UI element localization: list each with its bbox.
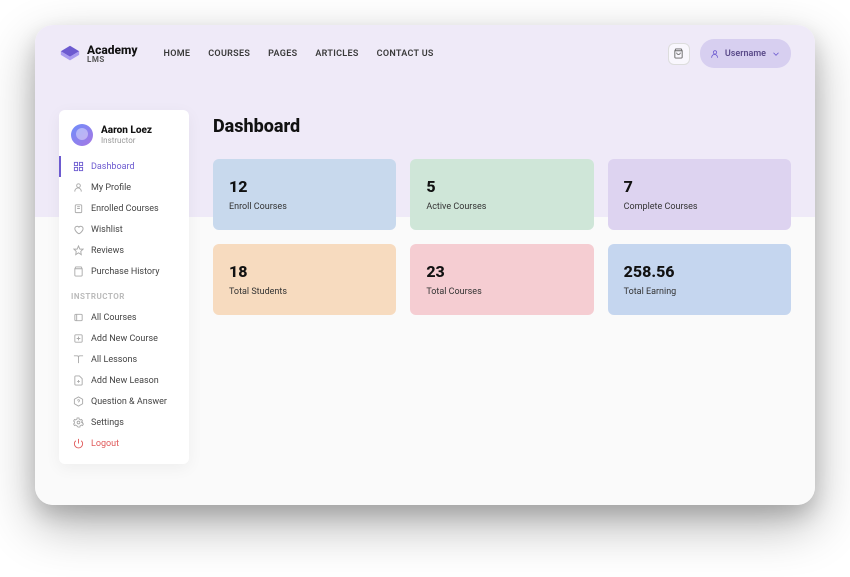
sidebar-item-label: Add New Course — [91, 334, 158, 344]
menu-section-label: INSTRUCTOR — [59, 282, 189, 307]
user-icon — [73, 182, 84, 193]
stats-grid: 12 Enroll Courses 5 Active Courses 7 Com… — [213, 159, 791, 315]
sidebar-item-label: Add New Leason — [91, 376, 159, 386]
stat-label: Enroll Courses — [229, 202, 380, 212]
sidebar-item-all-lessons[interactable]: All Lessons — [59, 349, 189, 370]
stat-label: Total Courses — [426, 287, 577, 297]
sidebar-item-label: Question & Answer — [91, 397, 167, 407]
sidebar-item-add-course[interactable]: Add New Course — [59, 328, 189, 349]
menu-instructor: All Courses Add New Course All Lessons A… — [59, 307, 189, 454]
gear-icon — [73, 417, 84, 428]
nav-courses[interactable]: COURSES — [208, 49, 250, 59]
bag-icon — [673, 44, 684, 63]
profile-name: Aaron Loez — [101, 125, 152, 136]
sidebar-item-label: All Lessons — [91, 355, 137, 365]
sidebar-item-enrolled[interactable]: Enrolled Courses — [59, 198, 189, 219]
user-menu-button[interactable]: Username — [700, 39, 791, 68]
bag-icon — [73, 266, 84, 277]
sidebar: Aaron Loez Instructor Dashboard My Profi… — [59, 110, 189, 464]
sidebar-item-profile[interactable]: My Profile — [59, 177, 189, 198]
profile-block[interactable]: Aaron Loez Instructor — [59, 124, 189, 156]
stat-label: Active Courses — [426, 202, 577, 212]
avatar — [71, 124, 93, 146]
profile-role: Instructor — [101, 136, 152, 145]
main-nav: HOME COURSES PAGES ARTICLES CONTACT US — [164, 49, 434, 59]
brand-title: Academy — [87, 44, 138, 56]
stat-label: Total Students — [229, 287, 380, 297]
main-content: Dashboard 12 Enroll Courses 5 Active Cou… — [213, 82, 791, 315]
stat-card-total-students: 18 Total Students — [213, 244, 396, 315]
sidebar-item-label: Enrolled Courses — [91, 204, 159, 214]
sidebar-item-wishlist[interactable]: Wishlist — [59, 219, 189, 240]
sidebar-item-label: Reviews — [91, 246, 124, 256]
book-icon — [73, 203, 84, 214]
layers-icon — [73, 312, 84, 323]
sidebar-item-label: Dashboard — [91, 162, 135, 172]
sidebar-item-logout[interactable]: Logout — [59, 433, 189, 454]
file-plus-icon — [73, 375, 84, 386]
sidebar-item-label: Wishlist — [91, 225, 123, 235]
stat-value: 258.56 — [624, 262, 775, 281]
cart-button[interactable] — [668, 43, 690, 65]
sidebar-item-settings[interactable]: Settings — [59, 412, 189, 433]
sidebar-item-dashboard[interactable]: Dashboard — [59, 156, 189, 177]
sidebar-item-add-lesson[interactable]: Add New Leason — [59, 370, 189, 391]
stat-value: 12 — [229, 177, 380, 196]
page-title: Dashboard — [213, 116, 791, 137]
stat-card-total-courses: 23 Total Courses — [410, 244, 593, 315]
user-menu-label: Username — [725, 49, 766, 59]
stat-value: 23 — [426, 262, 577, 281]
power-icon — [73, 438, 84, 449]
logo-icon — [59, 43, 81, 65]
book-open-icon — [73, 354, 84, 365]
chevron-down-icon — [771, 44, 781, 63]
nav-articles[interactable]: ARTICLES — [315, 49, 358, 59]
sidebar-item-label: Settings — [91, 418, 124, 428]
heart-icon — [73, 224, 84, 235]
sidebar-item-qa[interactable]: Question & Answer — [59, 391, 189, 412]
sidebar-item-label: All Courses — [91, 313, 137, 323]
brand-subtitle: LMS — [87, 56, 138, 64]
sidebar-item-reviews[interactable]: Reviews — [59, 240, 189, 261]
help-icon — [73, 396, 84, 407]
sidebar-item-label: My Profile — [91, 183, 131, 193]
stat-card-enroll-courses: 12 Enroll Courses — [213, 159, 396, 230]
app-window: Academy LMS HOME COURSES PAGES ARTICLES … — [35, 25, 815, 505]
stat-label: Total Earning — [624, 287, 775, 297]
stat-value: 5 — [426, 177, 577, 196]
nav-pages[interactable]: PAGES — [268, 49, 297, 59]
user-icon — [710, 44, 720, 63]
sidebar-item-label: Logout — [91, 439, 119, 449]
stat-value: 7 — [624, 177, 775, 196]
stat-card-complete-courses: 7 Complete Courses — [608, 159, 791, 230]
stat-value: 18 — [229, 262, 380, 281]
sidebar-item-all-courses[interactable]: All Courses — [59, 307, 189, 328]
topbar: Academy LMS HOME COURSES PAGES ARTICLES … — [35, 25, 815, 82]
plus-square-icon — [73, 333, 84, 344]
sidebar-item-purchase[interactable]: Purchase History — [59, 261, 189, 282]
nav-contact[interactable]: CONTACT US — [377, 49, 434, 59]
stat-card-total-earning: 258.56 Total Earning — [608, 244, 791, 315]
brand-logo[interactable]: Academy LMS — [59, 43, 138, 65]
stat-card-active-courses: 5 Active Courses — [410, 159, 593, 230]
grid-icon — [73, 161, 84, 172]
nav-home[interactable]: HOME — [164, 49, 191, 59]
stat-label: Complete Courses — [624, 202, 775, 212]
sidebar-item-label: Purchase History — [91, 267, 159, 277]
star-icon — [73, 245, 84, 256]
menu-student: Dashboard My Profile Enrolled Courses Wi… — [59, 156, 189, 282]
